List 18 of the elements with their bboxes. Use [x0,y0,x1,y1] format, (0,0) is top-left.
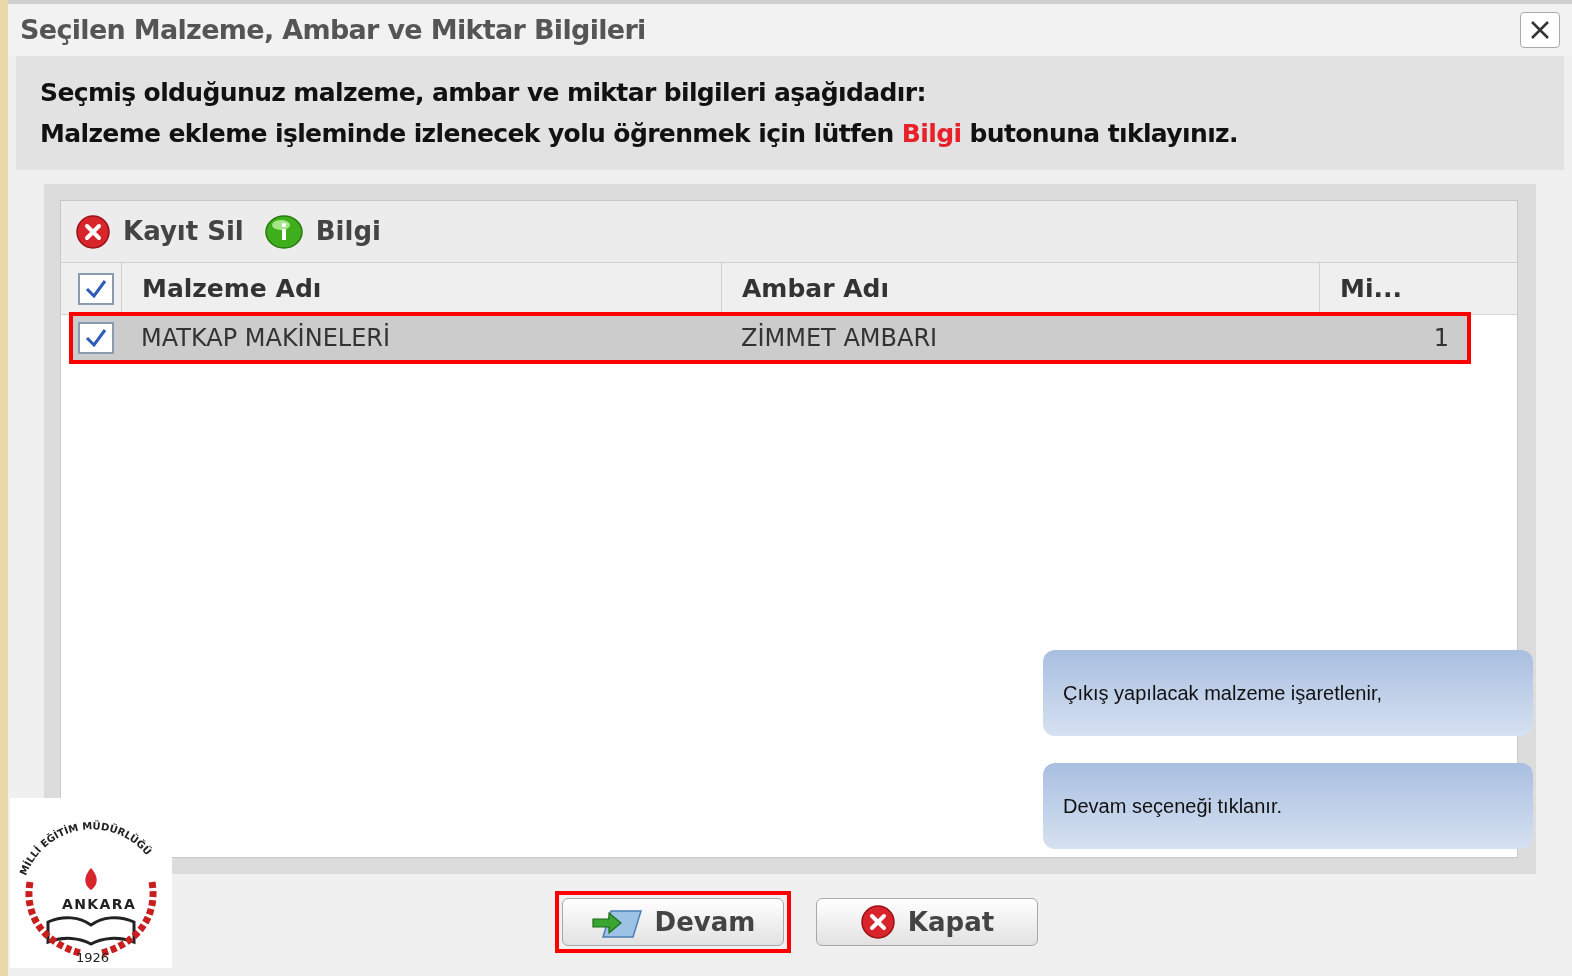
logo-year: 1926 [76,949,110,967]
table-cell-text: MATKAP MAKİNELERİ [140,322,392,354]
info-button[interactable]: Bilgi [263,212,393,251]
callout-note: Devam seçeneği tıklanır. [1043,763,1533,849]
close-dialog-button[interactable]: Kapat [816,898,1038,946]
table-cell-text: ZİMMET AMBARI [740,322,939,354]
window-title: Seçilen Malzeme, Ambar ve Miktar Bilgileri [20,12,646,47]
table-cell-text: 1 [1432,323,1450,354]
logo-text: ANKARA [61,895,138,914]
column-header[interactable]: Mi... [1319,263,1469,314]
column-header[interactable]: Malzeme Adı [121,263,721,314]
callout-note: Çıkış yapılacak malzeme işaretlenir, [1043,650,1533,736]
continue-button[interactable]: Devam [562,898,784,946]
table-row[interactable]: MATKAP MAKİNELERİ ZİMMET AMBARI 1 [71,315,1469,361]
column-header[interactable]: Ambar Adı [721,263,1319,314]
instruction-text: Seçmiş olduğunuz malzeme, ambar ve miktar bilgileri aşağıdadır: [40,77,927,109]
instruction-text: Malzeme ekleme işleminde izlenecek yolu öğrenmek için lütfen Bilgi butonuna tıklayınız. [40,117,1239,150]
delete-record-button[interactable]: Kayıt Sil [75,212,256,251]
